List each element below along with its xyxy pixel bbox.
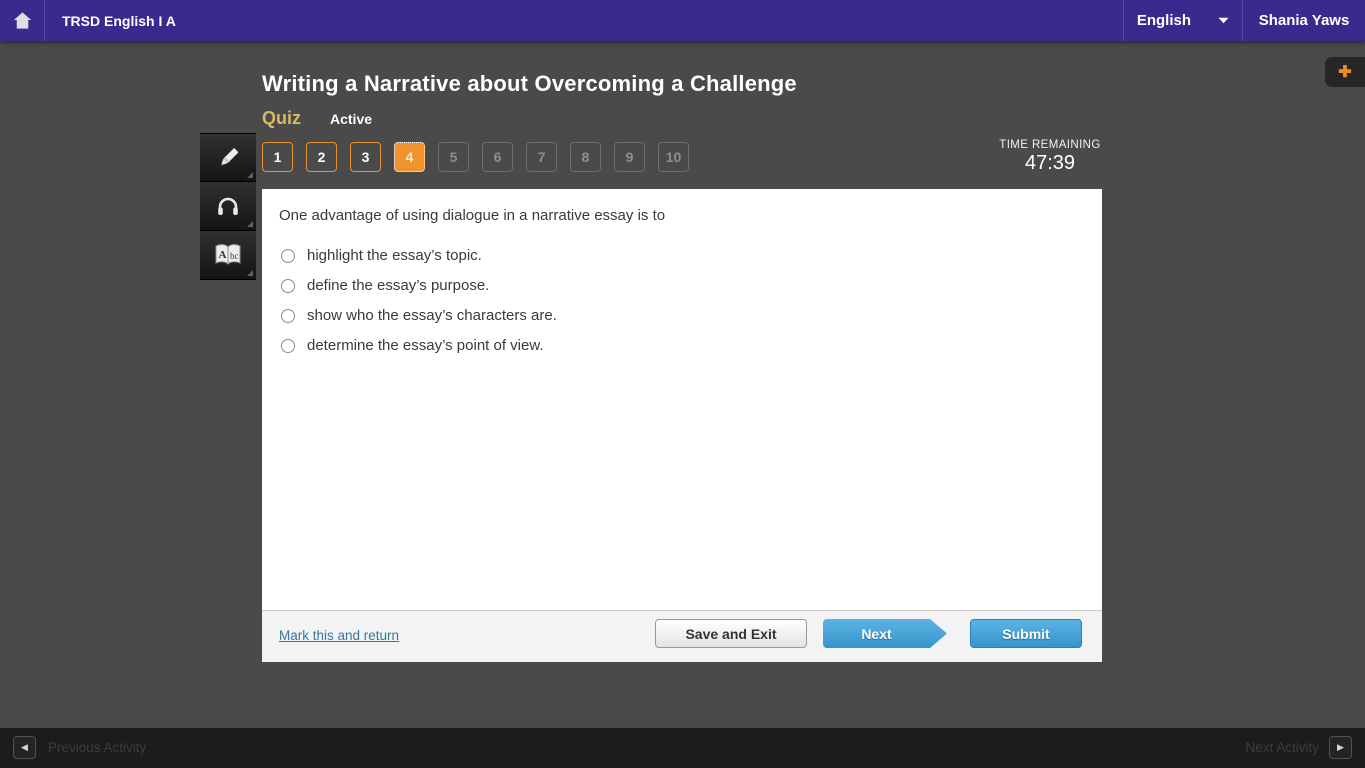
audio-tool-button[interactable] xyxy=(200,182,256,231)
answer-option-text: define the essay’s purpose. xyxy=(307,277,490,294)
language-dropdown[interactable]: English xyxy=(1122,0,1243,41)
mark-and-return-link[interactable]: Mark this and return xyxy=(279,628,399,643)
submit-button[interactable]: Submit xyxy=(970,619,1082,648)
next-question-button[interactable]: Next xyxy=(823,619,947,648)
user-name: Shania Yaws xyxy=(1258,12,1350,29)
answer-option-text: highlight the essay’s topic. xyxy=(307,247,482,264)
lesson-title: Writing a Narrative about Overcoming a C… xyxy=(262,71,797,96)
answer-options: highlight the essay’s topic. define the … xyxy=(279,247,1085,354)
radio-button[interactable] xyxy=(281,248,295,263)
radio-button[interactable] xyxy=(281,308,295,323)
answer-option-3[interactable]: show who the essay’s characters are. xyxy=(279,307,1085,324)
add-side-tab[interactable]: ✚ xyxy=(1325,57,1365,87)
question-nav-button-7: 7 xyxy=(526,142,557,172)
top-bar: TRSD English I A English Shania Yaws xyxy=(0,0,1365,41)
question-nav-button-3[interactable]: 3 xyxy=(350,142,381,172)
next-arrow-icon: ▶ xyxy=(1337,742,1344,752)
course-title: TRSD English I A xyxy=(62,12,176,29)
answer-option-2[interactable]: define the essay’s purpose. xyxy=(279,277,1085,294)
highlighter-tool-button[interactable] xyxy=(200,133,256,182)
plus-icon: ✚ xyxy=(1338,64,1352,81)
question-nav-button-9: 9 xyxy=(614,142,645,172)
question-nav-button-4[interactable]: 4 xyxy=(394,142,425,172)
question-nav-button-5: 5 xyxy=(438,142,469,172)
answer-option-text: determine the essay’s point of view. xyxy=(307,337,544,354)
timer-value: 47:39 xyxy=(1024,152,1076,174)
radio-button[interactable] xyxy=(281,278,295,293)
question-nav-button-8: 8 xyxy=(570,142,601,172)
highlighter-icon xyxy=(213,143,243,173)
question-nav-button-10: 10 xyxy=(658,142,689,172)
glossary-tool-button[interactable]: A bc xyxy=(200,231,256,280)
next-activity-button[interactable]: ▶ xyxy=(1329,736,1352,759)
save-and-exit-button[interactable]: Save and Exit xyxy=(655,619,807,648)
tool-rail: A bc xyxy=(200,133,256,280)
question-nav-button-6: 6 xyxy=(482,142,513,172)
question-nav-button-2[interactable]: 2 xyxy=(306,142,337,172)
svg-text:A: A xyxy=(219,249,227,261)
radio-button[interactable] xyxy=(281,338,295,353)
previous-activity-button[interactable]: ◀ xyxy=(13,736,36,759)
home-icon xyxy=(11,9,34,32)
activity-nav-bar: ◀ Previous Activity Next Activity ▶ xyxy=(0,728,1365,768)
previous-activity-label: Previous Activity xyxy=(48,740,147,755)
lesson-status-badge: Active xyxy=(330,111,373,127)
question-nav-button-1[interactable]: 1 xyxy=(262,142,293,172)
lesson-meta: Quiz Active xyxy=(262,108,372,129)
question-prompt: One advantage of using dialogue in a nar… xyxy=(279,207,666,224)
chevron-down-icon xyxy=(1218,17,1229,24)
question-card: One advantage of using dialogue in a nar… xyxy=(262,189,1102,662)
timer-label: TIME REMAINING xyxy=(999,139,1101,151)
answer-option-text: show who the essay’s characters are. xyxy=(307,307,557,324)
user-menu[interactable]: Shania Yaws xyxy=(1243,0,1365,41)
glossary-icon: A bc xyxy=(212,240,244,270)
question-card-footer: Mark this and return Save and Exit Next … xyxy=(262,610,1102,662)
language-label: English xyxy=(1136,12,1191,29)
home-button[interactable] xyxy=(0,0,45,41)
previous-arrow-icon: ◀ xyxy=(21,742,28,752)
question-card-body: One advantage of using dialogue in a nar… xyxy=(262,189,1102,610)
answer-option-1[interactable]: highlight the essay’s topic. xyxy=(279,247,1085,264)
answer-option-4[interactable]: determine the essay’s point of view. xyxy=(279,337,1085,354)
next-activity-label: Next Activity xyxy=(1245,740,1319,755)
question-nav: 1 2 3 4 5 6 7 8 9 10 xyxy=(262,142,689,172)
svg-text:bc: bc xyxy=(230,251,239,261)
lesson-type-label: Quiz xyxy=(262,108,301,128)
time-remaining: TIME REMAINING 47:39 xyxy=(995,139,1105,175)
headphones-icon xyxy=(213,191,243,221)
